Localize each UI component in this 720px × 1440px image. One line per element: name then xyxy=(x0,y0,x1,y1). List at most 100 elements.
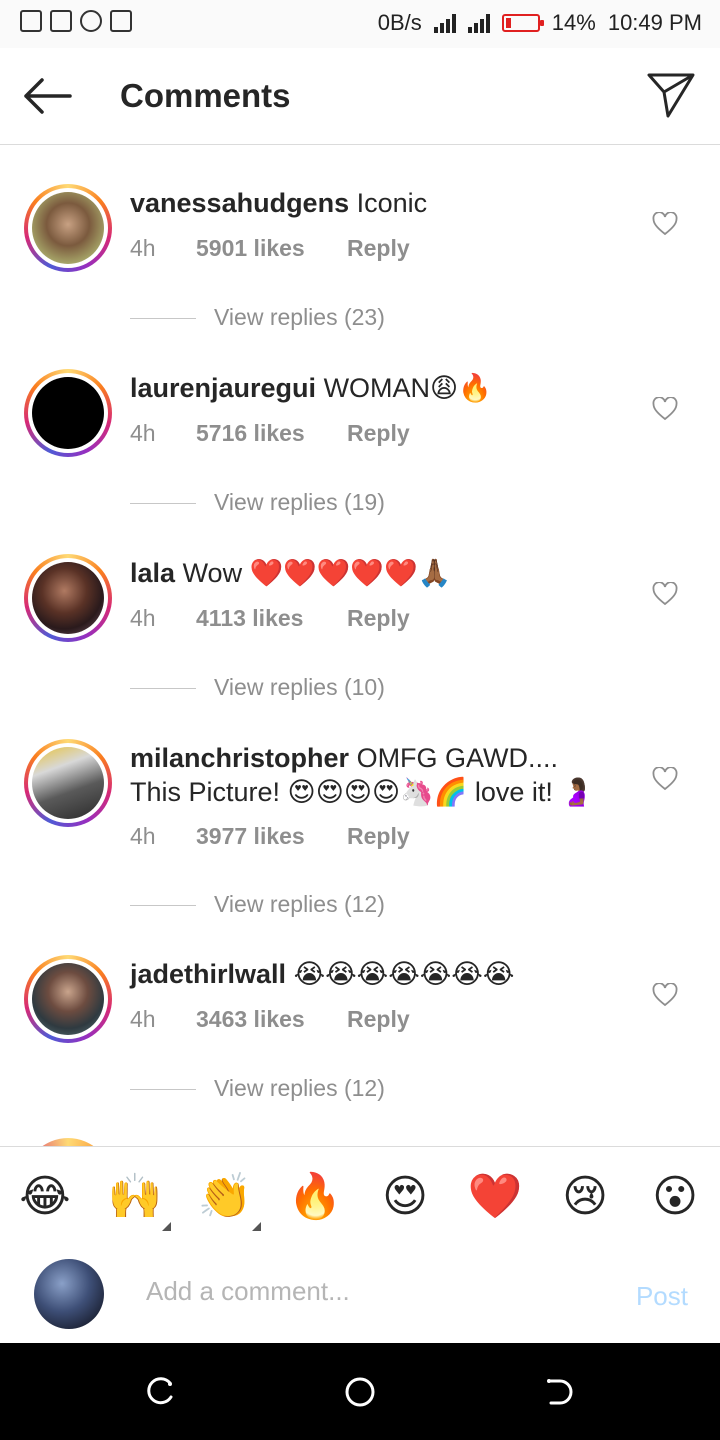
like-heart-icon[interactable] xyxy=(652,212,678,236)
replies-divider xyxy=(130,905,196,907)
avatar[interactable] xyxy=(32,963,104,1035)
story-ring[interactable] xyxy=(24,184,112,272)
signal-icon xyxy=(433,13,456,33)
avatar[interactable] xyxy=(32,192,104,264)
comment-time: 4h xyxy=(130,420,156,446)
comment-username[interactable]: jadethirlwall xyxy=(130,959,286,989)
story-ring[interactable] xyxy=(24,554,112,642)
comment-username[interactable]: laurenjauregui xyxy=(130,373,316,403)
story-ring[interactable] xyxy=(24,369,112,457)
cloud-upload-icon xyxy=(80,10,102,32)
emoji-heart-button[interactable]: ❤️ xyxy=(467,1169,523,1225)
back-nav-icon[interactable] xyxy=(543,1375,577,1409)
comment-time: 4h xyxy=(130,1006,156,1032)
emoji-joy-button[interactable]: 😂 xyxy=(17,1169,73,1225)
home-icon[interactable] xyxy=(343,1375,377,1409)
comment-text: laurenjauregui WOMAN😩🔥 xyxy=(130,371,600,405)
page-title: Comments xyxy=(120,77,291,114)
replies-divider xyxy=(130,1089,196,1091)
view-replies-link[interactable]: View replies (12) xyxy=(130,1075,385,1102)
comment-text: milanchristopher OMFG GAWD.... This Pict… xyxy=(130,741,600,809)
comment-input[interactable] xyxy=(144,1275,588,1308)
view-replies-link[interactable]: View replies (12) xyxy=(130,891,385,918)
reply-button[interactable]: Reply xyxy=(347,420,410,447)
status-bar: 0B/s 14% 10:49 PM xyxy=(0,0,720,48)
comment-body: WOMAN😩🔥 xyxy=(323,373,492,403)
replies-divider xyxy=(130,688,196,690)
view-replies-label: View replies (12) xyxy=(214,1075,385,1101)
view-replies-link[interactable]: View replies (19) xyxy=(130,489,385,516)
replies-divider xyxy=(130,503,196,505)
comment-composer: Post xyxy=(0,1245,720,1343)
reply-button[interactable]: Reply xyxy=(347,235,410,262)
story-ring[interactable] xyxy=(24,739,112,827)
view-replies-label: View replies (12) xyxy=(214,891,385,917)
comment-likes[interactable]: 5901 likes xyxy=(196,235,347,262)
gallery-icon xyxy=(50,10,72,32)
reply-button[interactable]: Reply xyxy=(347,1006,410,1033)
avatar[interactable] xyxy=(32,747,104,819)
reply-button[interactable]: Reply xyxy=(347,823,410,850)
comment-time: 4h xyxy=(130,823,156,849)
like-heart-icon[interactable] xyxy=(652,397,678,421)
comment-meta: 4h 4113 likes Reply xyxy=(130,605,410,632)
battery-percent: 14% xyxy=(551,10,596,35)
clock: 10:49 PM xyxy=(607,10,702,35)
app-header: Comments xyxy=(0,48,720,145)
comment-meta: 4h 5901 likes Reply xyxy=(130,235,410,262)
status-notification-icons xyxy=(20,10,132,32)
comment-username[interactable]: vanessahudgens xyxy=(130,188,349,218)
avatar[interactable] xyxy=(32,377,104,449)
comment-likes[interactable]: 3463 likes xyxy=(196,1006,347,1033)
system-nav-bar xyxy=(0,1343,720,1440)
net-speed: 0B/s xyxy=(377,10,422,35)
view-replies-label: View replies (23) xyxy=(214,304,385,330)
like-heart-icon[interactable] xyxy=(652,767,678,791)
view-replies-link[interactable]: View replies (10) xyxy=(130,674,385,701)
next-comment-ring-peek xyxy=(24,1138,112,1146)
like-heart-icon[interactable] xyxy=(652,582,678,606)
emoji-quick-bar: 😂 🙌 👏 🔥 😍 ❤️ 😢 😮 xyxy=(0,1146,720,1246)
comment-time: 4h xyxy=(130,235,156,261)
signal-icon-2 xyxy=(467,13,490,33)
emoji-cry-button[interactable]: 😢 xyxy=(557,1169,613,1225)
emoji-heart-eyes-button[interactable]: 😍 xyxy=(377,1169,433,1225)
replies-divider xyxy=(130,318,196,320)
direct-send-icon[interactable] xyxy=(646,70,696,120)
like-heart-icon[interactable] xyxy=(652,983,678,1007)
comment-body: Iconic xyxy=(356,188,428,218)
comment-text: jadethirlwall 😭😭😭😭😭😭😭 xyxy=(130,957,600,991)
view-replies-label: View replies (10) xyxy=(214,674,385,700)
comment-username[interactable]: lala xyxy=(130,558,175,588)
view-replies-label: View replies (19) xyxy=(214,489,385,515)
emoji-raised-hands-button[interactable]: 🙌 xyxy=(107,1169,171,1231)
emoji-clap-button[interactable]: 👏 xyxy=(197,1169,261,1231)
emoji-fire-button[interactable]: 🔥 xyxy=(287,1169,343,1225)
recents-icon[interactable] xyxy=(143,1375,177,1409)
reply-button[interactable]: Reply xyxy=(347,605,410,632)
story-ring[interactable] xyxy=(24,955,112,1043)
activity-icon xyxy=(110,10,132,32)
comment-likes[interactable]: 4113 likes xyxy=(196,605,347,632)
view-replies-link[interactable]: View replies (23) xyxy=(130,304,385,331)
comment-likes[interactable]: 5716 likes xyxy=(196,420,347,447)
skin-tone-indicator xyxy=(252,1222,261,1231)
emoji-wow-button[interactable]: 😮 xyxy=(647,1169,703,1225)
comment-text: vanessahudgens Iconic xyxy=(130,186,600,220)
post-button[interactable]: Post xyxy=(636,1281,688,1312)
comment-body: 😭😭😭😭😭😭😭 xyxy=(293,959,515,989)
my-avatar xyxy=(34,1259,104,1329)
comment-text: lala Wow ❤️❤️❤️❤️❤️🙏🏾 xyxy=(130,556,600,590)
battery-icon xyxy=(501,14,544,32)
comment-meta: 4h 3977 likes Reply xyxy=(130,823,410,850)
comment-meta: 4h 5716 likes Reply xyxy=(130,420,410,447)
skin-tone-indicator xyxy=(162,1222,171,1231)
message-icon xyxy=(20,10,42,32)
comment-likes[interactable]: 3977 likes xyxy=(196,823,347,850)
back-arrow-icon[interactable] xyxy=(20,70,76,122)
comment-time: 4h xyxy=(130,605,156,631)
comment-body: Wow ❤️❤️❤️❤️❤️🙏🏾 xyxy=(182,558,452,588)
comment-meta: 4h 3463 likes Reply xyxy=(130,1006,410,1033)
avatar[interactable] xyxy=(32,562,104,634)
comment-username[interactable]: milanchristopher xyxy=(130,743,349,773)
